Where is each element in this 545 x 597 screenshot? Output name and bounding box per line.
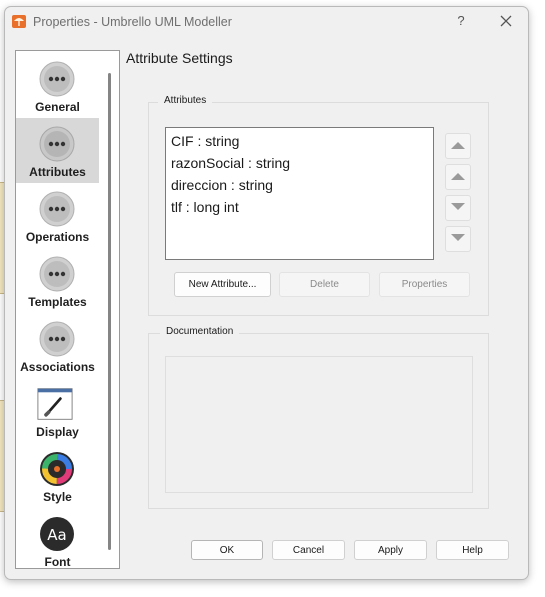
list-item[interactable]: direccion : string	[171, 177, 273, 193]
list-item[interactable]: tlf : long int	[171, 199, 239, 215]
sidebar-item-label: Display	[36, 425, 79, 439]
color-wheel-icon	[40, 452, 74, 486]
page-title: Attribute Settings	[126, 50, 233, 66]
more-dots-icon	[39, 321, 75, 357]
move-up-button[interactable]	[445, 164, 471, 190]
list-item[interactable]: razonSocial : string	[171, 155, 290, 171]
sidebar-item-templates[interactable]: Templates	[16, 248, 99, 313]
arrow-up-icon	[451, 142, 465, 149]
ok-button[interactable]: OK	[191, 540, 263, 560]
font-icon-text: Aa	[47, 526, 66, 544]
sidebar-item-general[interactable]: General	[16, 53, 99, 118]
arrow-down-icon	[451, 234, 465, 241]
attributes-group-label: Attributes	[158, 95, 213, 106]
sidebar-item-label: Templates	[28, 295, 87, 309]
attributes-list[interactable]: CIF : string razonSocial : string direcc…	[165, 127, 434, 260]
list-item[interactable]: CIF : string	[171, 133, 239, 149]
sidebar-item-label: Style	[43, 490, 72, 504]
documentation-text-area[interactable]	[165, 356, 473, 493]
umbrello-app-icon	[12, 15, 26, 28]
context-help-button[interactable]: ?	[453, 13, 469, 29]
move-to-top-button[interactable]	[445, 133, 471, 159]
sidebar-item-label: Operations	[25, 230, 90, 244]
apply-button[interactable]: Apply	[354, 540, 427, 560]
sidebar-item-style[interactable]: Style	[16, 443, 99, 508]
move-to-bottom-button[interactable]	[445, 226, 471, 252]
arrow-up-icon	[451, 173, 465, 180]
sidebar-item-label: Font	[44, 555, 71, 569]
more-dots-icon	[39, 191, 75, 227]
page-navigation-sidebar: General Attributes Operations Templates …	[15, 50, 120, 569]
more-dots-icon	[39, 126, 75, 162]
sidebar-scrollbar[interactable]	[108, 73, 111, 550]
help-button[interactable]: Help	[436, 540, 509, 560]
move-down-button[interactable]	[445, 195, 471, 221]
title-bar: Properties - Umbrello UML Modeller ?	[5, 7, 528, 37]
cancel-button[interactable]: Cancel	[272, 540, 345, 560]
delete-button[interactable]: Delete	[279, 272, 370, 297]
sidebar-item-associations[interactable]: Associations	[16, 313, 99, 378]
sidebar-item-display[interactable]: Display	[16, 378, 99, 443]
more-dots-icon	[39, 61, 75, 97]
close-icon[interactable]	[497, 12, 515, 30]
display-paintbrush-icon	[37, 388, 73, 420]
font-icon: Aa	[40, 517, 74, 551]
sidebar-item-label: Associations	[20, 360, 95, 374]
arrow-down-icon	[451, 203, 465, 210]
properties-button[interactable]: Properties	[379, 272, 470, 297]
sidebar-item-label: Attributes	[29, 165, 86, 179]
more-dots-icon	[39, 256, 75, 292]
properties-dialog: Properties - Umbrello UML Modeller ? Gen…	[4, 6, 529, 580]
sidebar-item-font[interactable]: Aa Font	[16, 508, 99, 569]
sidebar-item-attributes[interactable]: Attributes	[16, 118, 99, 183]
new-attribute-button[interactable]: New Attribute...	[174, 272, 271, 297]
window-title: Properties - Umbrello UML Modeller	[33, 15, 232, 29]
sidebar-item-operations[interactable]: Operations	[16, 183, 99, 248]
sidebar-item-label: General	[35, 100, 80, 114]
documentation-group-label: Documentation	[160, 326, 240, 337]
